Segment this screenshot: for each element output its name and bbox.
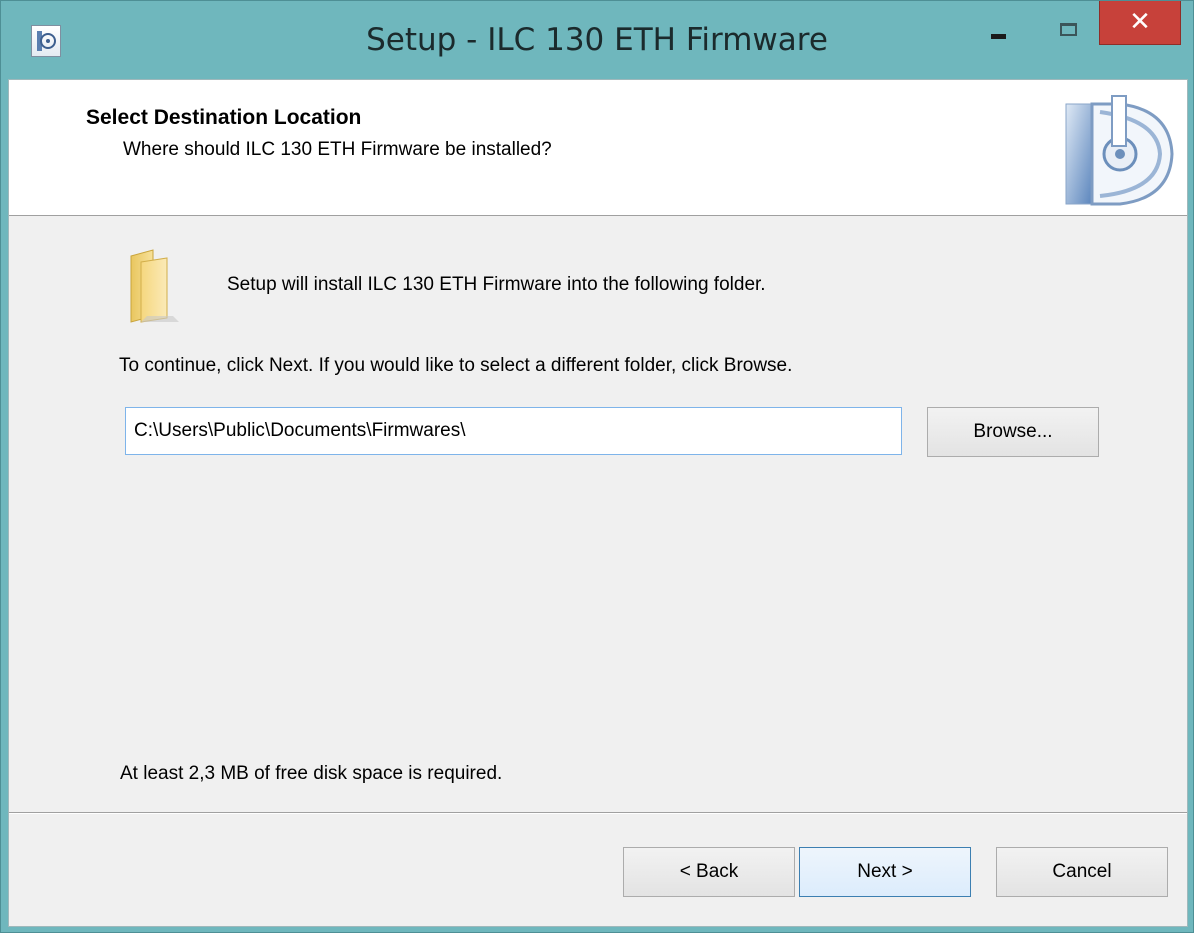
browse-button[interactable]: Browse... <box>927 407 1099 457</box>
title-bar[interactable]: Setup - ILC 130 ETH Firmware ✕ <box>1 1 1193 79</box>
footer-divider <box>9 812 1187 814</box>
page-subtitle: Where should ILC 130 ETH Firmware be ins… <box>123 139 552 160</box>
instruction-text: To continue, click Next. If you would li… <box>119 355 793 376</box>
next-button[interactable]: Next > <box>799 847 971 897</box>
destination-path-input[interactable] <box>125 407 902 455</box>
minimize-icon <box>991 34 1006 39</box>
wizard-page: Select Destination Location Where should… <box>8 79 1188 927</box>
close-button[interactable]: ✕ <box>1099 1 1181 45</box>
page-title: Select Destination Location <box>86 106 362 129</box>
maximize-button[interactable] <box>1041 1 1097 47</box>
disk-space-text: At least 2,3 MB of free disk space is re… <box>120 763 503 784</box>
intro-text: Setup will install ILC 130 ETH Firmware … <box>227 274 766 295</box>
minimize-button[interactable] <box>976 1 1032 47</box>
close-icon: ✕ <box>1129 7 1151 37</box>
maximize-icon <box>1060 23 1077 36</box>
folder-icon <box>127 248 187 324</box>
setup-disc-logo-icon <box>1060 90 1178 210</box>
back-button[interactable]: < Back <box>623 847 795 897</box>
setup-window: Setup - ILC 130 ETH Firmware ✕ Select De… <box>0 0 1194 933</box>
cancel-button[interactable]: Cancel <box>996 847 1168 897</box>
wizard-header: Select Destination Location Where should… <box>9 80 1187 216</box>
